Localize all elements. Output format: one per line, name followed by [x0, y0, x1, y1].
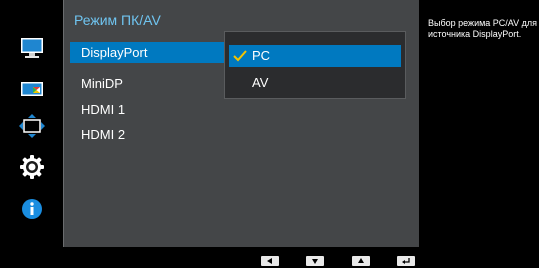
menu-item-hdmi1[interactable]: HDMI 1 — [70, 99, 224, 120]
color-icon[interactable] — [18, 75, 46, 103]
enter-icon[interactable] — [397, 256, 415, 266]
main-panel: Режим ПК/AV DisplayPort MiniDP HDMI 1 HD… — [63, 0, 421, 247]
size-position-icon[interactable] — [18, 112, 46, 140]
menu-item-label: DisplayPort — [81, 45, 148, 60]
checkmark-icon — [233, 50, 247, 62]
submenu-option-label: PC — [252, 48, 271, 63]
pc-av-submenu: PC AV — [224, 31, 406, 99]
down-arrow-icon[interactable] — [306, 256, 324, 266]
osd-menu: Режим ПК/AV DisplayPort MiniDP HDMI 1 HD… — [0, 0, 539, 268]
menu-item-displayport[interactable]: DisplayPort — [70, 42, 224, 63]
help-panel: Выбор режима PC/AV для источника Display… — [419, 0, 539, 247]
menu-item-label: HDMI 1 — [81, 102, 126, 117]
menu-item-label: MiniDP — [81, 76, 123, 91]
monitor-icon[interactable] — [18, 34, 46, 62]
menu-title: Режим ПК/AV — [74, 12, 161, 28]
submenu-option-pc[interactable]: PC — [229, 45, 401, 67]
up-arrow-icon[interactable] — [352, 256, 370, 266]
settings-gear-icon[interactable] — [18, 153, 46, 181]
sidebar — [0, 0, 63, 247]
menu-item-minidp[interactable]: MiniDP — [70, 73, 224, 94]
menu-item-hdmi2[interactable]: HDMI 2 — [70, 124, 224, 145]
left-arrow-icon[interactable] — [261, 256, 279, 266]
submenu-option-label: AV — [252, 75, 269, 90]
info-icon[interactable] — [18, 195, 46, 223]
menu-item-label: HDMI 2 — [81, 127, 126, 142]
submenu-option-av[interactable]: AV — [229, 72, 401, 94]
help-text: Выбор режима PC/AV для источника Display… — [428, 18, 538, 39]
